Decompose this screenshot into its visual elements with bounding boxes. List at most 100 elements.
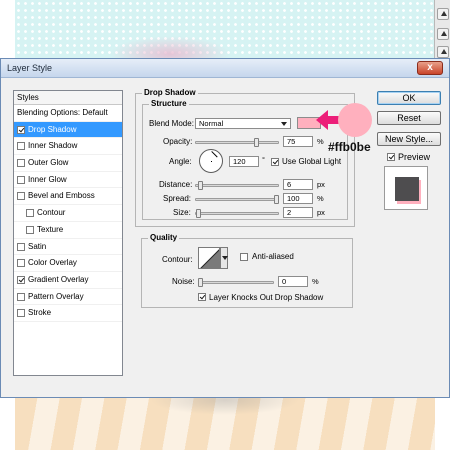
spread-unit: %: [317, 194, 324, 203]
distance-slider[interactable]: [195, 184, 279, 187]
distance-slider-thumb[interactable]: [198, 181, 204, 190]
style-checkbox[interactable]: [17, 175, 25, 184]
noise-slider[interactable]: [198, 281, 274, 284]
style-label: Bevel and Emboss: [28, 191, 95, 201]
knocks-out-checkbox[interactable]: [198, 293, 206, 301]
style-checkbox[interactable]: [17, 292, 25, 301]
style-label: Outer Glow: [28, 158, 69, 168]
close-icon: x: [427, 62, 433, 73]
color-callout-label: #ffb0be: [328, 140, 371, 154]
style-row[interactable]: Bevel and Emboss: [14, 188, 122, 206]
contour-preview[interactable]: [198, 247, 220, 269]
distance-unit: px: [317, 180, 325, 189]
angle-field[interactable]: 120: [229, 156, 259, 167]
distance-field[interactable]: 6: [283, 179, 313, 190]
preview-checkbox[interactable]: [387, 153, 395, 161]
style-row[interactable]: Contour: [14, 205, 122, 222]
style-checkbox[interactable]: [17, 125, 25, 134]
style-row[interactable]: Drop Shadow: [14, 121, 122, 139]
noise-slider-thumb[interactable]: [198, 278, 203, 287]
close-button[interactable]: x: [417, 61, 443, 75]
opacity-unit: %: [317, 137, 324, 146]
size-field[interactable]: 2: [283, 207, 313, 218]
style-label: Satin: [28, 241, 47, 251]
layer-style-dialog: Layer Style x Styles Blending Options: D…: [0, 58, 450, 398]
style-row[interactable]: Inner Shadow: [14, 138, 122, 156]
scroll-up-icon[interactable]: [437, 46, 449, 58]
opacity-label: Opacity:: [163, 137, 193, 146]
styles-list: Styles Blending Options: Default Drop Sha…: [13, 90, 123, 376]
contour-dropdown-button[interactable]: [220, 247, 228, 269]
style-checkbox[interactable]: [17, 159, 25, 168]
title-bar[interactable]: Layer Style x: [1, 59, 449, 78]
spread-slider-thumb[interactable]: [274, 195, 279, 204]
anti-aliased-checkbox[interactable]: [240, 253, 248, 261]
global-light-label: Use Global Light: [282, 157, 342, 166]
style-checkbox[interactable]: [17, 142, 25, 151]
size-label: Size:: [173, 208, 191, 217]
angle-dial[interactable]: [199, 149, 223, 173]
style-label: Texture: [37, 224, 64, 234]
opacity-slider[interactable]: [195, 141, 279, 144]
style-row[interactable]: Outer Glow: [14, 155, 122, 172]
style-label: Inner Glow: [28, 174, 67, 184]
anti-aliased-label: Anti-aliased: [252, 252, 294, 261]
style-label: Drop Shadow: [28, 124, 77, 134]
style-row[interactable]: Texture: [14, 222, 122, 239]
size-slider[interactable]: [195, 212, 279, 215]
style-preview: [384, 166, 428, 210]
color-callout-circle: [338, 103, 372, 137]
style-label: Blending Options: Default: [17, 108, 108, 117]
reset-button[interactable]: Reset: [377, 111, 441, 125]
style-row[interactable]: Gradient Overlay: [14, 272, 122, 289]
style-checkbox[interactable]: [17, 259, 25, 268]
blend-mode-value: Normal: [199, 119, 224, 128]
size-slider-thumb[interactable]: [195, 209, 201, 218]
styles-header[interactable]: Styles: [14, 91, 122, 105]
opacity-field[interactable]: 75: [283, 136, 313, 147]
angle-unit: °: [262, 155, 265, 164]
style-row[interactable]: Pattern Overlay: [14, 289, 122, 306]
style-row[interactable]: Satin: [14, 239, 122, 256]
blend-mode-select[interactable]: Normal: [195, 118, 291, 129]
canvas-scrollbar[interactable]: [434, 0, 450, 60]
structure-title: Structure: [149, 99, 189, 108]
style-checkbox[interactable]: [26, 209, 34, 218]
style-label: Color Overlay: [28, 258, 77, 268]
spread-label: Spread:: [163, 194, 192, 203]
style-row[interactable]: Color Overlay: [14, 255, 122, 272]
angle-dial-hand: [211, 151, 218, 158]
style-checkbox[interactable]: [17, 309, 25, 318]
spread-field[interactable]: 100: [283, 193, 313, 204]
drop-shadow-title: Drop Shadow: [142, 88, 198, 97]
spread-slider[interactable]: [195, 198, 279, 201]
style-row[interactable]: Stroke: [14, 305, 122, 322]
style-checkbox[interactable]: [17, 242, 25, 251]
scroll-up-icon[interactable]: [437, 28, 449, 40]
noise-unit: %: [312, 277, 319, 286]
style-checkbox[interactable]: [17, 192, 25, 201]
style-row[interactable]: Blending Options: Default: [14, 105, 122, 122]
quality-title: Quality: [148, 233, 180, 242]
style-label: Gradient Overlay: [28, 274, 89, 284]
noise-field[interactable]: 0: [278, 276, 308, 287]
blend-mode-label: Blend Mode:: [149, 119, 194, 128]
style-checkbox[interactable]: [26, 225, 34, 234]
style-label: Inner Shadow: [28, 141, 78, 151]
scroll-up-icon[interactable]: [437, 8, 449, 20]
contour-label: Contour:: [162, 255, 193, 264]
opacity-slider-thumb[interactable]: [254, 138, 260, 147]
style-label: Stroke: [28, 308, 52, 318]
style-preview-square: [395, 177, 419, 201]
ok-button[interactable]: OK: [377, 91, 441, 105]
style-label: Contour: [37, 208, 66, 218]
contour-curve-icon: [200, 249, 219, 268]
new-style-button[interactable]: New Style...: [377, 132, 441, 146]
noise-label: Noise:: [172, 277, 195, 286]
preview-label: Preview: [398, 152, 431, 162]
global-light-checkbox[interactable]: [271, 158, 279, 166]
chevron-down-icon: [281, 122, 287, 126]
style-row[interactable]: Inner Glow: [14, 172, 122, 189]
style-checkbox[interactable]: [17, 275, 25, 284]
window-title: Layer Style: [7, 63, 53, 73]
